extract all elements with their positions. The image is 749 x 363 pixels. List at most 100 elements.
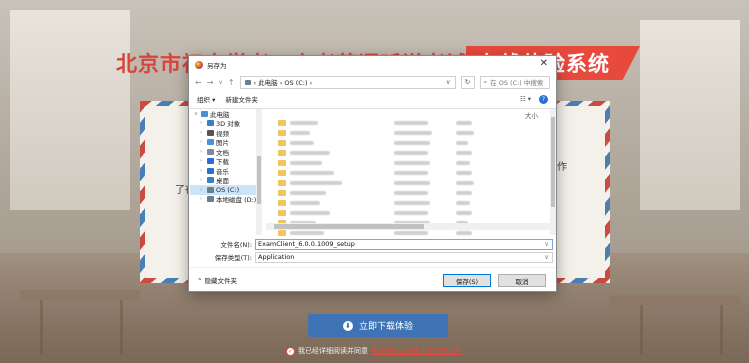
background-window-left <box>10 10 130 210</box>
file-date-redacted <box>394 211 428 215</box>
folder-icon <box>278 150 286 156</box>
horizontal-scrollbar[interactable] <box>266 223 550 230</box>
search-input[interactable]: ⌕ 在 OS (C:) 中搜索 <box>479 75 550 89</box>
file-name-redacted <box>290 191 326 195</box>
file-type-redacted <box>456 181 474 185</box>
file-type-redacted <box>456 161 470 165</box>
file-name-redacted <box>290 171 334 175</box>
expand-arrow-icon[interactable]: › <box>200 120 205 126</box>
tree-item[interactable]: › 桌面 <box>190 176 261 186</box>
cancel-button[interactable]: 取消 <box>498 274 546 287</box>
dialog-titlebar[interactable]: 另存为 ✕ <box>189 56 556 73</box>
dialog-title: 另存为 <box>207 61 227 70</box>
tree-item[interactable]: ∨ 此电脑 <box>190 109 261 119</box>
new-folder-button[interactable]: 新建文件夹 <box>225 94 258 104</box>
download-button[interactable]: ⬇ 立即下载体验 <box>308 314 448 337</box>
expand-arrow-icon[interactable]: › <box>200 158 205 164</box>
file-list-row[interactable] <box>266 148 556 158</box>
file-date-redacted <box>394 201 430 205</box>
agreement-text: 我已经详细阅读并同意 <box>298 347 368 355</box>
file-list-row[interactable] <box>266 138 556 148</box>
search-placeholder: 在 OS (C:) 中搜索 <box>490 79 544 87</box>
file-type-redacted <box>456 131 474 135</box>
organize-button[interactable]: 组织 ▾ <box>197 94 215 104</box>
scroll-thumb[interactable] <box>551 117 555 207</box>
filename-row: 文件名(N): ExamClient_6.0.0.1009_setup ∨ <box>189 238 557 250</box>
chevron-down-icon[interactable]: ∨ <box>446 78 451 86</box>
hide-folders-toggle[interactable]: ⌃ 隐藏文件夹 <box>197 275 237 285</box>
file-list: 大小 <box>266 109 556 236</box>
scroll-thumb[interactable] <box>257 156 261 204</box>
tree-item[interactable]: › 音乐 <box>190 166 261 176</box>
expand-arrow-icon[interactable]: › <box>200 149 205 155</box>
folder-icon <box>207 139 214 146</box>
file-list-row[interactable] <box>266 168 556 178</box>
chevron-down-icon[interactable]: ∨ <box>544 240 549 248</box>
close-icon[interactable]: ✕ <box>540 58 548 69</box>
file-type-redacted <box>456 151 472 155</box>
file-type-redacted <box>456 141 468 145</box>
file-list-row[interactable] <box>266 208 556 218</box>
filename-field[interactable]: ExamClient_6.0.0.1009_setup ∨ <box>255 238 553 250</box>
expand-arrow-icon[interactable]: › <box>200 196 205 202</box>
agree-checkbox[interactable]: ✓ <box>286 346 295 356</box>
file-list-scrollbar[interactable] <box>550 109 556 235</box>
expand-arrow-icon[interactable]: › <box>200 177 205 183</box>
file-date-redacted <box>394 131 432 135</box>
file-date-redacted <box>394 231 428 235</box>
download-icon: ⬇ <box>342 320 353 331</box>
folder-icon <box>278 130 286 136</box>
up-arrow-icon[interactable]: ↑ <box>228 78 235 87</box>
refresh-button[interactable]: ↻ <box>460 75 475 89</box>
expand-arrow-icon[interactable]: › <box>200 130 205 136</box>
file-type-redacted <box>456 171 472 175</box>
expand-arrow-icon[interactable]: › <box>200 187 205 193</box>
tree-item-label: 桌面 <box>216 177 229 186</box>
tree-item-label: 视频 <box>216 129 229 138</box>
file-list-row[interactable] <box>266 128 556 138</box>
folder-icon <box>278 190 286 196</box>
drive-icon <box>244 79 251 85</box>
folder-icon <box>207 120 214 127</box>
view-options-icon[interactable]: ☷ ▾ <box>520 95 531 103</box>
tree-item[interactable]: › 3D 对象 <box>190 119 261 128</box>
help-icon[interactable]: ? <box>539 94 548 104</box>
desk-leg <box>640 305 643 355</box>
file-list-row[interactable] <box>266 188 556 198</box>
scroll-thumb[interactable] <box>274 224 424 229</box>
back-arrow-icon[interactable]: ← <box>195 78 202 87</box>
savetype-select[interactable]: Application ∨ <box>255 251 553 263</box>
file-list-row[interactable] <box>266 118 556 128</box>
folder-icon <box>207 129 214 136</box>
expand-arrow-icon[interactable]: › <box>200 168 205 174</box>
file-name-redacted <box>290 141 314 145</box>
desk <box>610 295 740 305</box>
file-list-row[interactable] <box>266 158 556 168</box>
tree-item[interactable]: › 本地磁盘 (D:) <box>190 195 261 204</box>
file-name-redacted <box>290 161 322 165</box>
file-list-row[interactable] <box>266 178 556 188</box>
recent-locations-icon[interactable]: ∨ <box>218 79 222 86</box>
file-name-redacted <box>290 231 324 235</box>
search-icon: ⌕ <box>483 77 488 86</box>
save-button[interactable]: 保存(S) <box>443 274 491 287</box>
tree-item-label: OS (C:) <box>216 185 240 194</box>
file-date-redacted <box>394 151 428 155</box>
file-list-row[interactable] <box>266 198 556 208</box>
expand-arrow-icon[interactable]: › <box>200 139 205 145</box>
file-date-redacted <box>394 181 430 185</box>
tree-scrollbar[interactable] <box>256 109 262 235</box>
folder-icon <box>207 186 214 193</box>
tree-item[interactable]: › 图片 <box>190 138 261 148</box>
chevron-down-icon[interactable]: ∨ <box>544 253 549 261</box>
tree-item[interactable]: › OS (C:) <box>190 185 261 195</box>
tree-item[interactable]: › 文档 <box>190 147 261 157</box>
download-label: 立即下载体验 <box>358 322 413 332</box>
tree-item-label: 图片 <box>216 139 229 148</box>
tree-item[interactable]: › 视频 <box>190 128 261 138</box>
expand-arrow-icon[interactable]: ∨ <box>194 111 199 117</box>
forward-arrow-icon[interactable]: → <box>207 78 214 87</box>
agreement-link[interactable]: 在线体验系统使用的相关说明 <box>371 346 462 356</box>
address-bar[interactable]: › 此电脑 › OS (C:) › ∨ <box>239 75 456 89</box>
tree-item[interactable]: › 下载 <box>190 157 261 166</box>
